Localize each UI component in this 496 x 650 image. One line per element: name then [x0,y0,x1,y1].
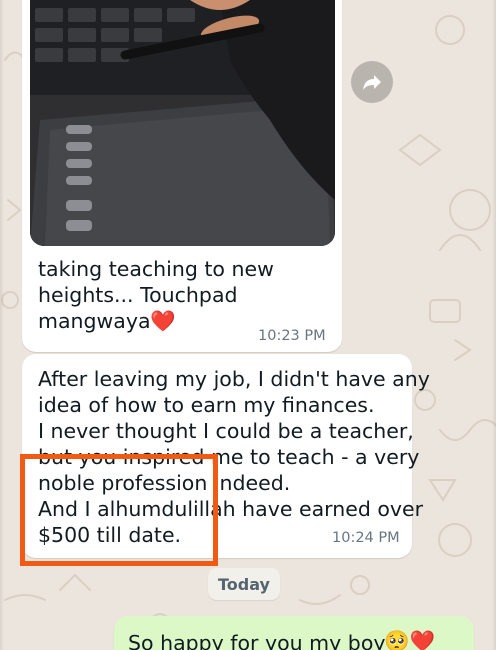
drawing-tablet-photo-icon [30,0,335,246]
incoming-message-photo[interactable]: taking teaching to new heights... Touchp… [22,0,342,352]
left-edge [0,0,4,650]
message-text: So happy for you my boyy. [128,631,402,650]
forward-button[interactable] [351,61,393,103]
day-separator: Today [208,568,280,600]
message-photo[interactable] [30,0,335,246]
outgoing-message[interactable]: So happy for you my boyy. 🥺❤️ [114,616,474,650]
highlight-annotation [20,454,218,566]
emoji-text: 🥺❤️ [384,629,436,650]
message-time: 10:24 PM [332,530,400,546]
day-separator-label: Today [218,574,270,594]
heart-emoji: ❤️ [150,309,176,333]
forward-arrow-icon [363,75,381,90]
message-time: 10:23 PM [258,328,326,344]
right-edge [492,0,496,650]
